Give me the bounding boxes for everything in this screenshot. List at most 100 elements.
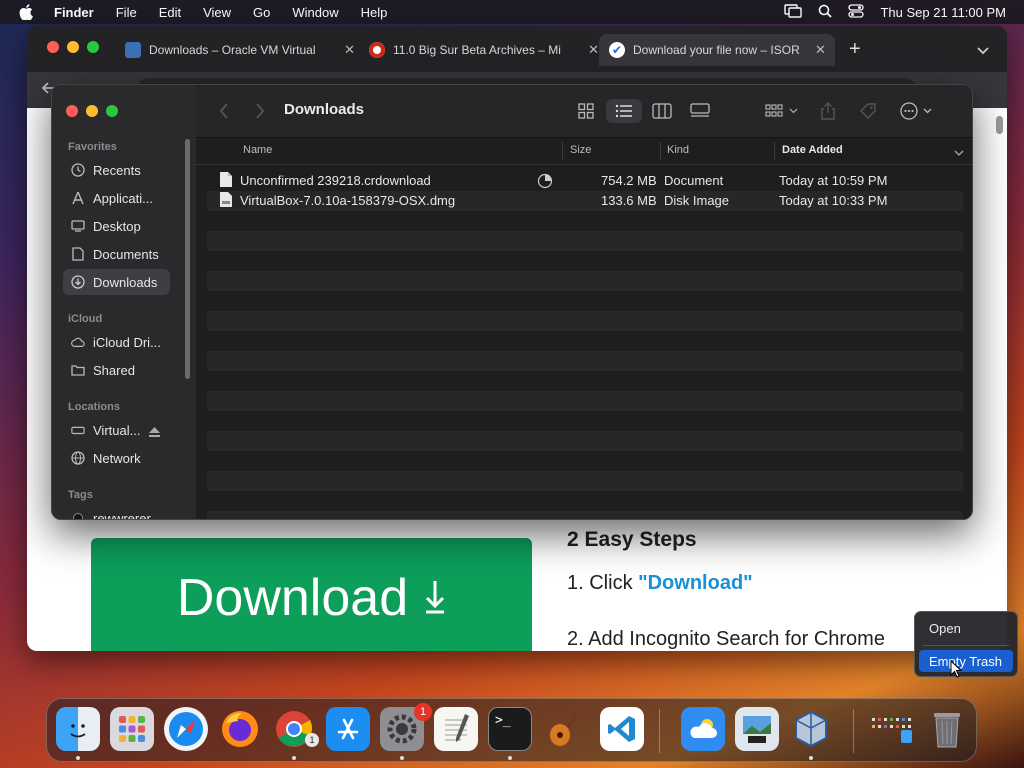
list-view-icon[interactable] (606, 99, 642, 123)
launchpad-icon[interactable] (110, 707, 154, 751)
group-by-icon[interactable] (762, 99, 802, 123)
column-divider[interactable] (774, 142, 775, 160)
empty-row (207, 291, 963, 311)
textedit-icon[interactable] (434, 707, 478, 751)
menu-window[interactable]: Window (292, 5, 338, 20)
virtualbox-icon (125, 42, 141, 58)
preview-icon[interactable] (735, 707, 779, 751)
sidebar-item-desktop[interactable]: Desktop (63, 213, 170, 239)
file-kind: Document (664, 173, 724, 188)
sort-chevron-icon[interactable] (954, 147, 964, 159)
column-header-size[interactable]: Size (570, 144, 591, 156)
finder-zoom-button[interactable] (106, 105, 118, 117)
close-tab-icon[interactable]: ✕ (588, 42, 599, 58)
sidebar-item-virtual-disk[interactable]: Virtual... (63, 417, 163, 443)
browser-tab-2[interactable]: 11.0 Big Sur Beta Archives – Mi ✕ (369, 34, 599, 66)
menu-file[interactable]: File (116, 5, 137, 20)
share-icon[interactable] (816, 99, 840, 123)
safari-icon[interactable] (164, 707, 208, 751)
step-1-download-link[interactable]: "Download" (638, 572, 753, 594)
tab-title: Downloads – Oracle VM Virtual (149, 43, 316, 57)
tab-list-chevron-icon[interactable] (977, 42, 989, 60)
tab-title: Download your file now – ISOR (633, 43, 800, 57)
file-row-dmg[interactable]: VirtualBox-7.0.10a-158379-OSX.dmg 133.6 … (207, 191, 963, 211)
zoom-window-button[interactable] (87, 41, 99, 53)
finder-minimize-button[interactable] (86, 105, 98, 117)
column-header-name[interactable]: Name (243, 144, 272, 156)
close-tab-icon[interactable]: ✕ (344, 42, 355, 58)
disk-image-icon (220, 192, 232, 210)
eject-icon[interactable] (149, 424, 160, 442)
sidebar-item-downloads[interactable]: Downloads (63, 269, 170, 295)
menu-app-name[interactable]: Finder (54, 5, 94, 20)
tag-icon[interactable] (856, 99, 880, 123)
gallery-view-icon[interactable] (688, 99, 712, 123)
menu-go[interactable]: Go (253, 5, 270, 20)
sidebar-item-shared[interactable]: Shared (63, 357, 170, 383)
column-header-date-added[interactable]: Date Added (782, 144, 843, 156)
finder-icon[interactable] (56, 707, 100, 751)
empty-row (207, 491, 963, 511)
screen-mirroring-icon[interactable] (784, 3, 803, 21)
menu-clock[interactable]: Thu Sep 21 11:00 PM (880, 5, 1006, 20)
file-row-crdownload[interactable]: Unconfirmed 239218.crdownload 754.2 MB D… (207, 171, 963, 191)
icloud-heading: iCloud (68, 313, 103, 325)
spotlight-search-icon[interactable] (818, 4, 833, 21)
column-header-kind[interactable]: Kind (667, 144, 689, 156)
sidebar-item-tag[interactable]: rewwrerer (63, 505, 170, 519)
app-store-icon[interactable] (326, 707, 370, 751)
control-center-icon[interactable] (848, 3, 865, 21)
new-tab-icon[interactable]: + (849, 38, 861, 61)
sidebar-item-label: Desktop (93, 218, 141, 234)
sidebar-item-label: Shared (93, 362, 135, 378)
garageband-icon[interactable] (542, 707, 586, 751)
sidebar-item-recents[interactable]: Recents (63, 157, 170, 183)
download-button[interactable]: Download (91, 538, 532, 651)
sidebar-scrollbar[interactable] (185, 139, 190, 379)
page-scrollbar[interactable] (996, 116, 1003, 134)
column-divider[interactable] (660, 142, 661, 160)
vscode-icon[interactable] (600, 707, 644, 751)
sidebar-item-documents[interactable]: Documents (63, 241, 170, 267)
apple-icon[interactable] (18, 4, 34, 20)
tag-dot-icon (71, 511, 85, 519)
file-name: Unconfirmed 239218.crdownload (240, 173, 431, 188)
terminal-icon[interactable]: >_ (488, 707, 532, 751)
disk-icon (71, 423, 85, 437)
browser-tab-1[interactable]: Downloads – Oracle VM Virtual ✕ (125, 34, 355, 66)
sidebar-item-network[interactable]: Network (63, 445, 170, 471)
sidebar-item-applications[interactable]: Applicati... (63, 185, 170, 211)
running-indicator (292, 756, 296, 760)
browser-tab-3[interactable]: ✔ Download your file now – ISOR ✕ (599, 34, 835, 66)
running-indicator (400, 756, 404, 760)
weather-icon[interactable] (681, 707, 725, 751)
file-size: 754.2 MB (601, 173, 657, 188)
menu-help[interactable]: Help (361, 5, 388, 20)
close-window-button[interactable] (47, 41, 59, 53)
more-actions-icon[interactable] (898, 99, 936, 123)
icon-view-icon[interactable] (574, 99, 598, 123)
menu-item-open[interactable]: Open (929, 621, 961, 636)
tab-title: 11.0 Big Sur Beta Archives – Mi (393, 43, 561, 57)
minimize-window-button[interactable] (67, 41, 79, 53)
running-indicator (508, 756, 512, 760)
finder-close-button[interactable] (66, 105, 78, 117)
column-divider[interactable] (562, 142, 563, 160)
virtualbox-icon[interactable] (789, 707, 833, 751)
close-tab-icon[interactable]: ✕ (815, 42, 826, 58)
file-date-added: Today at 10:59 PM (779, 173, 888, 188)
file-kind: Disk Image (664, 193, 730, 208)
menu-view[interactable]: View (203, 5, 231, 20)
back-chevron-icon[interactable] (212, 99, 236, 123)
forward-chevron-icon[interactable] (248, 99, 272, 123)
menu-item-empty-trash[interactable]: Empty Trash (919, 650, 1013, 672)
column-view-icon[interactable] (650, 99, 674, 123)
menu-edit[interactable]: Edit (159, 5, 181, 20)
dock: >_ (46, 698, 977, 762)
menu-bar: Finder File Edit View Go Window Help Thu… (0, 0, 1024, 24)
firefox-icon[interactable] (218, 707, 262, 751)
sidebar-item-label: Recents (93, 162, 141, 178)
sidebar-item-icloud-drive[interactable]: iCloud Dri... (63, 329, 170, 355)
downloads-stack-icon[interactable] (871, 707, 915, 751)
trash-icon[interactable] (925, 707, 969, 751)
